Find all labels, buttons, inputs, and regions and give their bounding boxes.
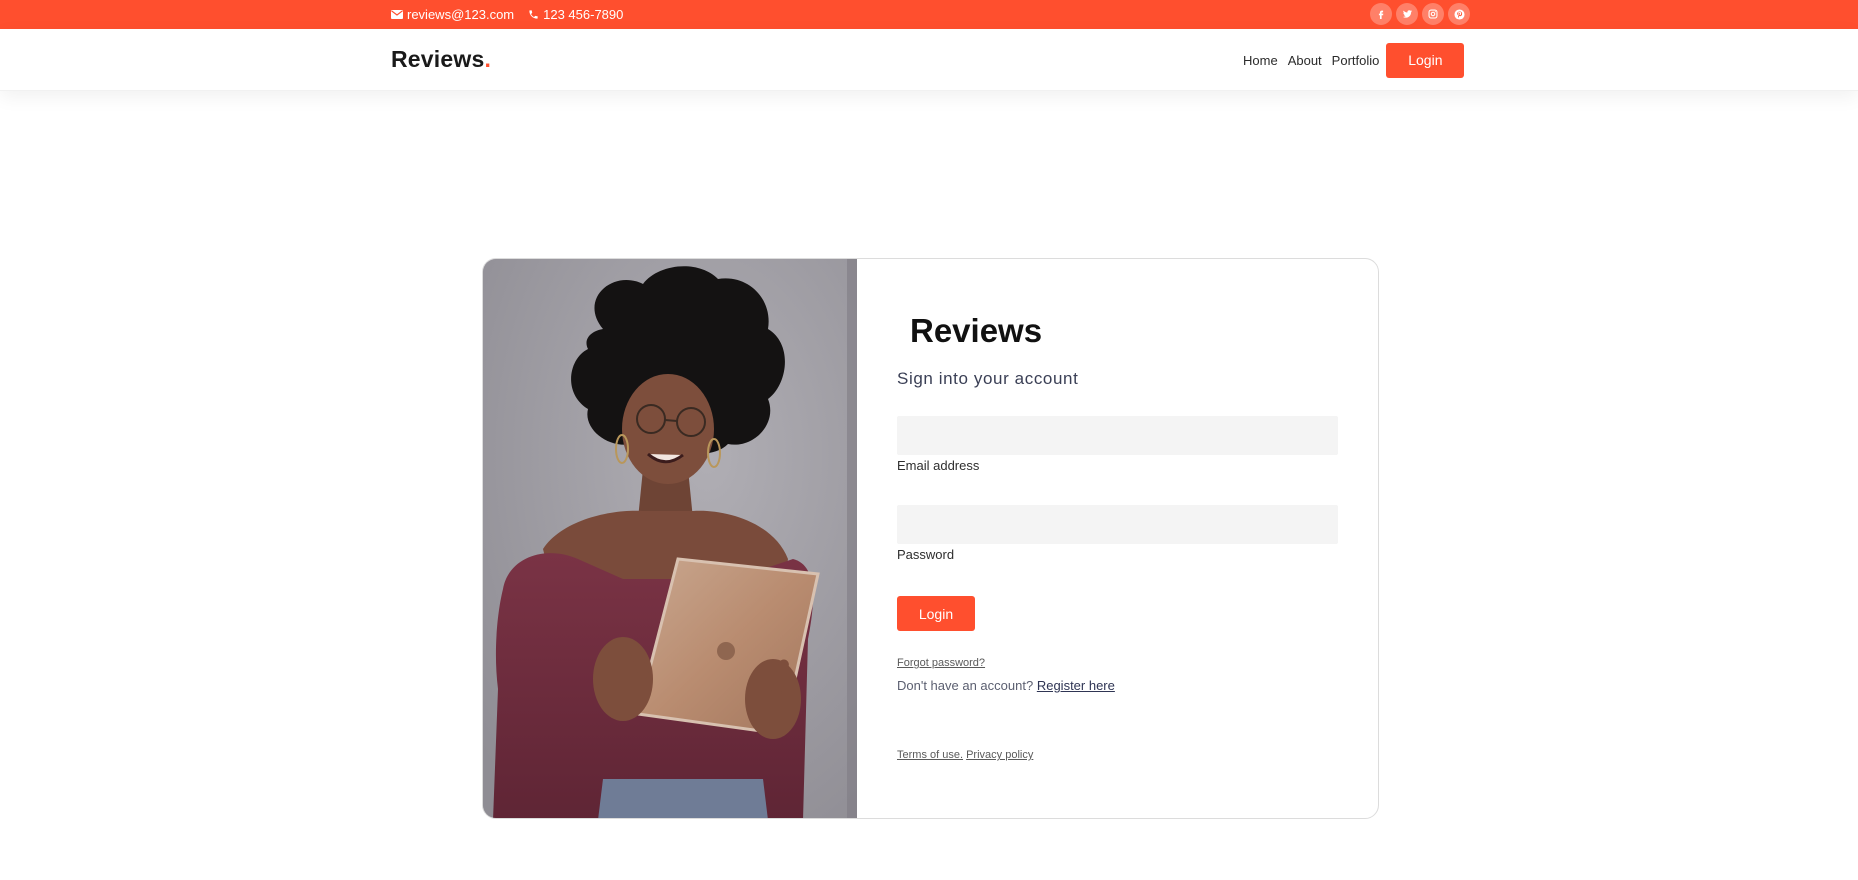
nav-link-home[interactable]: Home	[1238, 53, 1283, 68]
contact-email[interactable]: reviews@123.com	[391, 7, 514, 22]
brand-text: Reviews	[391, 46, 485, 72]
nav-login-button[interactable]: Login	[1386, 42, 1465, 78]
forgot-password-link[interactable]: Forgot password?	[897, 657, 985, 669]
form-title: Reviews	[910, 312, 1043, 349]
envelope-icon	[391, 10, 403, 19]
nav-links: Home About Portfolio Login	[1238, 42, 1465, 78]
terms-of-use-link[interactable]: Terms of use.	[897, 749, 963, 761]
register-prompt: Don't have an account? Register here	[897, 678, 1115, 693]
twitter-icon	[1402, 9, 1413, 19]
register-prompt-text: Don't have an account?	[897, 678, 1034, 693]
social-links	[1370, 3, 1470, 25]
register-link[interactable]: Register here	[1037, 678, 1115, 693]
main-navbar: Reviews. Home About Portfolio Login	[0, 29, 1858, 91]
password-field[interactable]	[897, 505, 1338, 544]
brand-logo[interactable]: Reviews.	[391, 46, 491, 73]
phone-icon	[528, 9, 539, 20]
contact-info: reviews@123.com 123 456-7890	[391, 0, 623, 29]
instagram-button[interactable]	[1422, 3, 1444, 25]
password-label: Password	[897, 547, 955, 562]
login-card: Reviews Sign into your account Email add…	[482, 258, 1379, 819]
legal-links: Terms of use. Privacy policy	[897, 749, 1033, 761]
facebook-button[interactable]	[1370, 3, 1392, 25]
privacy-policy-link[interactable]: Privacy policy	[966, 749, 1033, 761]
facebook-icon	[1376, 9, 1386, 19]
contact-phone[interactable]: 123 456-7890	[528, 7, 623, 22]
brand-dot: .	[484, 46, 492, 72]
login-button[interactable]: Login	[897, 596, 975, 631]
pinterest-button[interactable]	[1448, 3, 1470, 25]
nav-link-portfolio[interactable]: Portfolio	[1327, 53, 1385, 68]
twitter-button[interactable]	[1396, 3, 1418, 25]
pinterest-icon	[1453, 8, 1465, 20]
email-text: reviews@123.com	[407, 7, 515, 22]
phone-text: 123 456-7890	[543, 7, 624, 22]
login-form: Reviews Sign into your account Email add…	[857, 259, 1378, 818]
instagram-icon	[1428, 9, 1438, 19]
email-field[interactable]	[897, 416, 1338, 455]
top-contact-bar: reviews@123.com 123 456-7890	[0, 0, 1858, 29]
email-label: Email address	[897, 458, 980, 473]
woman-with-tablet-photo	[483, 259, 857, 818]
nav-link-about[interactable]: About	[1283, 53, 1327, 68]
form-subtitle: Sign into your account	[897, 369, 1079, 388]
